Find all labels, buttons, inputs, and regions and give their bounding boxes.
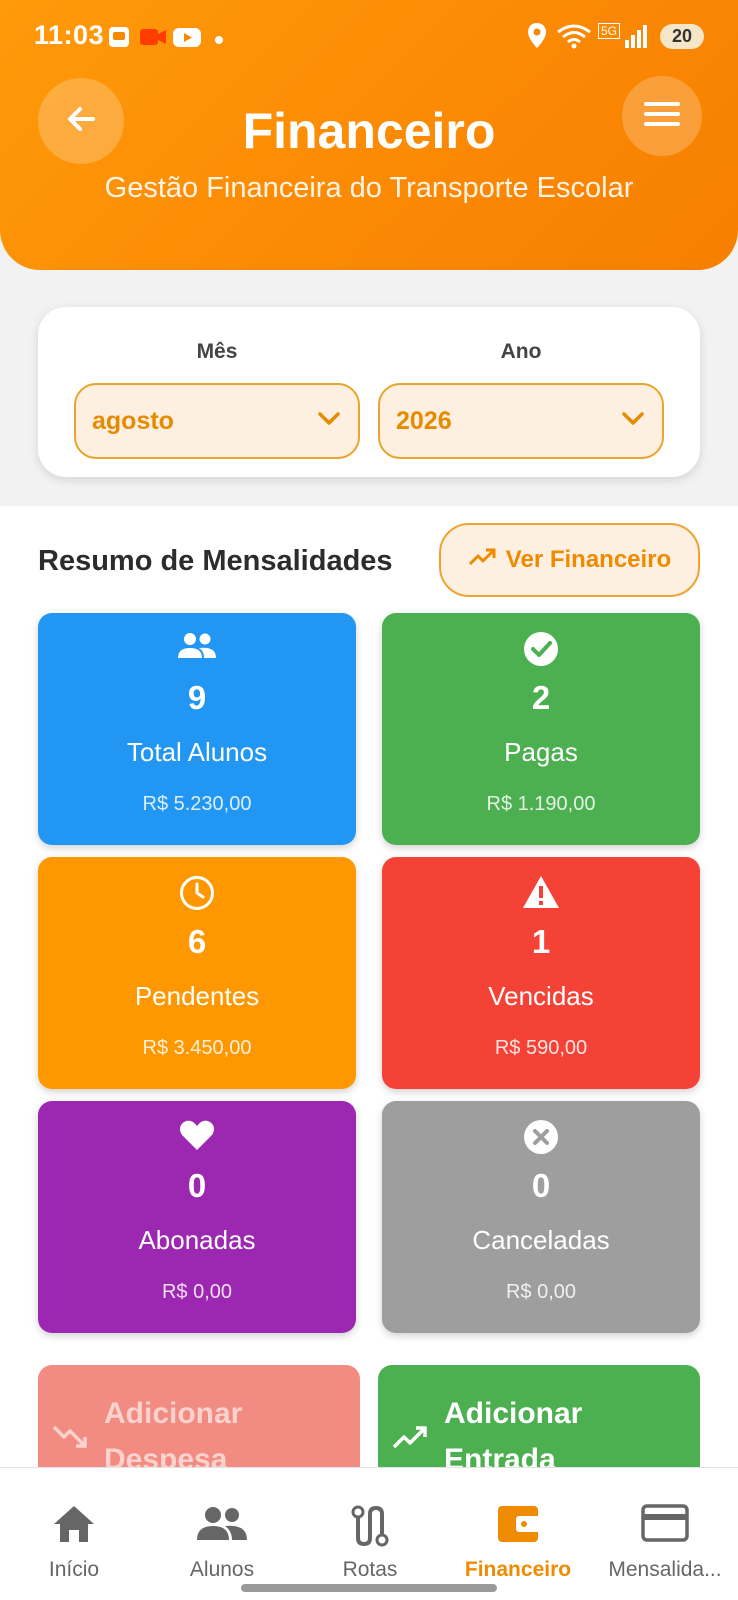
menu-button[interactable] [622,76,702,156]
stat-amount: R$ 1.190,00 [486,793,596,815]
nav-label: Financeiro [464,1558,572,1581]
nav-item-rotas[interactable]: Rotas [296,1468,444,1600]
bottom-navigation: Início Alunos Rotas Financeiro Mensalida… [0,1467,738,1600]
stat-count: 9 [187,679,207,716]
people-icon [148,1504,296,1544]
stat-amount: R$ 3.450,00 [142,1037,252,1059]
video-call-icon [138,24,168,55]
view-financial-button[interactable]: Ver Financeiro [439,523,700,597]
card-icon [592,1504,738,1542]
year-select-value: 2026 [396,406,452,435]
battery-indicator: 20 [660,24,704,49]
summary-title: Resumo de Mensalidades [38,545,393,577]
nav-item-alunos[interactable]: Alunos [148,1468,296,1600]
youtube-icon [172,24,202,55]
stat-card-canceladas[interactable]: 0 Canceladas R$ 0,00 [382,1101,700,1333]
stat-card-vencidas[interactable]: 1 Vencidas R$ 590,00 [382,857,700,1089]
stat-amount: R$ 590,00 [494,1037,588,1059]
stat-label: Vencidas [488,981,594,1011]
network-badge: 5G [598,23,621,39]
view-financial-label: Ver Financeiro [505,546,672,573]
status-bar: 11:03 5G 20 [0,0,738,72]
nav-item-inicio[interactable]: Início [0,1468,148,1600]
nav-label: Mensalida... [608,1558,722,1581]
stat-label: Total Alunos [126,737,268,767]
wifi-icon [556,22,592,55]
nav-label: Início [48,1558,100,1581]
nav-item-mensalidades[interactable]: Mensalida... [592,1468,738,1600]
people-icon [38,631,356,661]
stat-count: 1 [531,923,551,960]
notification-app-icon [106,24,132,55]
stat-amount: R$ 0,00 [161,1281,233,1303]
stat-count: 0 [531,1167,551,1204]
trending-up-icon [468,546,496,574]
stat-label: Pendentes [134,981,260,1011]
page-subtitle: Gestão Financeira do Transporte Escolar [104,172,634,204]
route-icon [296,1504,444,1548]
stat-label: Abonadas [138,1225,256,1255]
trending-down-icon [52,1423,88,1456]
chevron-down-icon [622,411,644,431]
month-label: Mês [196,340,238,363]
check-circle-icon [382,631,700,667]
hamburger-menu-icon [643,99,681,134]
nav-item-financeiro[interactable]: Financeiro [444,1468,592,1600]
stat-count: 6 [187,923,207,960]
cancel-circle-icon [382,1119,700,1155]
location-icon [526,22,548,55]
notification-dot-icon [214,32,224,50]
period-filter-card: Mês Ano agosto 2026 [38,307,700,477]
year-label: Ano [500,340,542,363]
wallet-icon [444,1504,592,1544]
stat-label: Canceladas [472,1225,610,1255]
stat-card-abonadas[interactable]: 0 Abonadas R$ 0,00 [38,1101,356,1333]
stat-amount: R$ 0,00 [505,1281,577,1303]
heart-icon [38,1119,356,1151]
signal-icon [624,22,648,55]
stat-count: 2 [531,679,551,716]
home-icon [0,1504,148,1544]
stat-card-pagas[interactable]: 2 Pagas R$ 1.190,00 [382,613,700,845]
status-time: 11:03 [34,20,105,50]
nav-label: Alunos [189,1558,255,1581]
stat-label: Pagas [504,737,578,767]
month-select[interactable]: agosto [74,383,360,459]
app-header: 11:03 5G 20 Financeiro Gestão Financeira… [0,0,738,270]
clock-icon [38,875,356,911]
nav-label: Rotas [342,1558,398,1581]
trending-up-icon [392,1423,428,1456]
month-select-value: agosto [92,406,174,435]
home-indicator[interactable] [241,1584,497,1592]
warning-icon [382,875,700,909]
stat-card-pendentes[interactable]: 6 Pendentes R$ 3.450,00 [38,857,356,1089]
stat-card-total-alunos[interactable]: 9 Total Alunos R$ 5.230,00 [38,613,356,845]
stat-amount: R$ 5.230,00 [142,793,252,815]
year-select[interactable]: 2026 [378,383,664,459]
chevron-down-icon [318,411,340,431]
stat-count: 0 [187,1167,207,1204]
